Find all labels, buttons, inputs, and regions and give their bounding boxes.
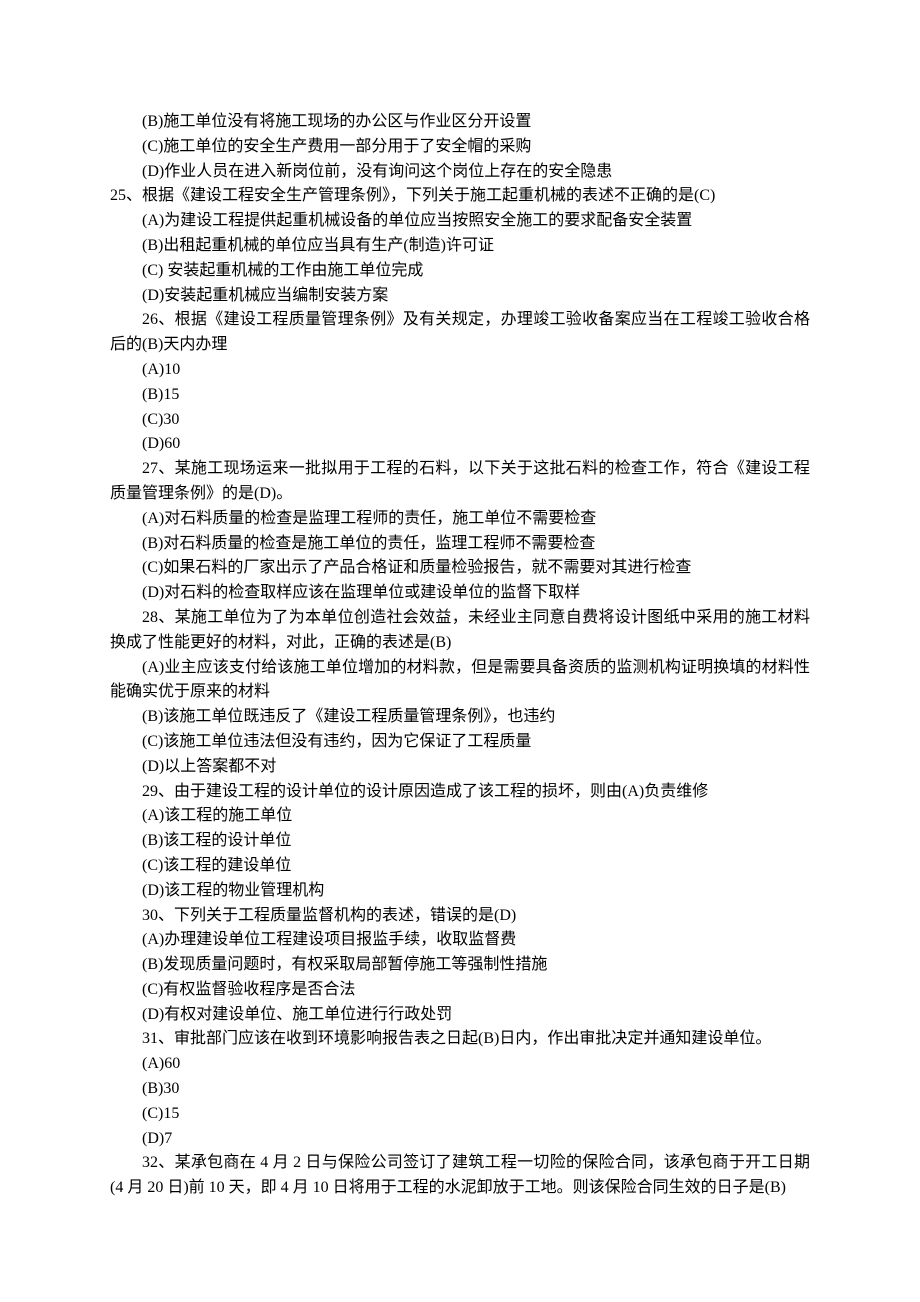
text-line: (C)施工单位的安全生产费用一部分用于了安全帽的采购 <box>110 135 810 160</box>
text-line: (A)对石料质量的检查是监理工程师的责任，施工单位不需要检查 <box>110 507 810 532</box>
text-line: (D)作业人员在进入新岗位前，没有询问这个岗位上存在的安全隐患 <box>110 160 810 185</box>
text-line: (B)该施工单位既违反了《建设工程质量管理条例》，也违约 <box>110 705 810 730</box>
text-line: (C)有权监督验收程序是否合法 <box>110 978 810 1003</box>
text-line: (D)该工程的物业管理机构 <box>110 879 810 904</box>
text-line: (A)该工程的施工单位 <box>110 804 810 829</box>
text-line: (B)发现质量问题时，有权采取局部暂停施工等强制性措施 <box>110 953 810 978</box>
text-line: (A)办理建设单位工程建设项目报监手续，收取监督费 <box>110 928 810 953</box>
text-line: (A)10 <box>110 358 810 383</box>
text-line: (D)有权对建设单位、施工单位进行行政处罚 <box>110 1003 810 1028</box>
text-line: 32、某承包商在 4 月 2 日与保险公司签订了建筑工程一切险的保险合同，该承包… <box>110 1151 810 1201</box>
text-line: (B)30 <box>110 1077 810 1102</box>
text-line: 27、某施工现场运来一批拟用于工程的石料，以下关于这批石料的检查工作，符合《建设… <box>110 457 810 507</box>
text-line: 31、审批部门应该在收到环境影响报告表之日起(B)日内，作出审批决定并通知建设单… <box>110 1027 810 1052</box>
document-page: (B)施工单位没有将施工现场的办公区与作业区分开设置(C)施工单位的安全生产费用… <box>0 0 920 1302</box>
text-line: (C)该工程的建设单位 <box>110 854 810 879</box>
text-line: (D)以上答案都不对 <box>110 755 810 780</box>
text-line: 25、根据《建设工程安全生产管理条例》，下列关于施工起重机械的表述不正确的是(C… <box>110 184 810 209</box>
text-line: 28、某施工单位为了为本单位创造社会效益，未经业主同意自费将设计图纸中采用的施工… <box>110 606 810 656</box>
text-line: (B)该工程的设计单位 <box>110 829 810 854</box>
text-line: (C)该施工单位违法但没有违约，因为它保证了工程质量 <box>110 730 810 755</box>
text-line: 30、下列关于工程质量监督机构的表述，错误的是(D) <box>110 904 810 929</box>
text-line: (C)如果石料的厂家出示了产品合格证和质量检验报告，就不需要对其进行检查 <box>110 556 810 581</box>
text-line: (A)业主应该支付给该施工单位增加的材料款，但是需要具备资质的监测机构证明换填的… <box>110 656 810 706</box>
text-line: (B)15 <box>110 383 810 408</box>
text-line: (D)60 <box>110 432 810 457</box>
text-line: 29、由于建设工程的设计单位的设计原因造成了该工程的损坏，则由(A)负责维修 <box>110 780 810 805</box>
text-line: (C)30 <box>110 408 810 433</box>
text-line: (D)安装起重机械应当编制安装方案 <box>110 284 810 309</box>
text-line: (D)对石料的检查取样应该在监理单位或建设单位的监督下取样 <box>110 581 810 606</box>
text-line: (A)为建设工程提供起重机械设备的单位应当按照安全施工的要求配备安全装置 <box>110 209 810 234</box>
text-line: (D)7 <box>110 1127 810 1152</box>
text-line: (C)15 <box>110 1102 810 1127</box>
text-line: 26、根据《建设工程质量管理条例》及有关规定，办理竣工验收备案应当在工程竣工验收… <box>110 308 810 358</box>
text-line: (C) 安装起重机械的工作由施工单位完成 <box>110 259 810 284</box>
text-line: (A)60 <box>110 1052 810 1077</box>
text-line: (B)对石料质量的检查是施工单位的责任，监理工程师不需要检查 <box>110 532 810 557</box>
text-line: (B)出租起重机械的单位应当具有生产(制造)许可证 <box>110 234 810 259</box>
text-line: (B)施工单位没有将施工现场的办公区与作业区分开设置 <box>110 110 810 135</box>
